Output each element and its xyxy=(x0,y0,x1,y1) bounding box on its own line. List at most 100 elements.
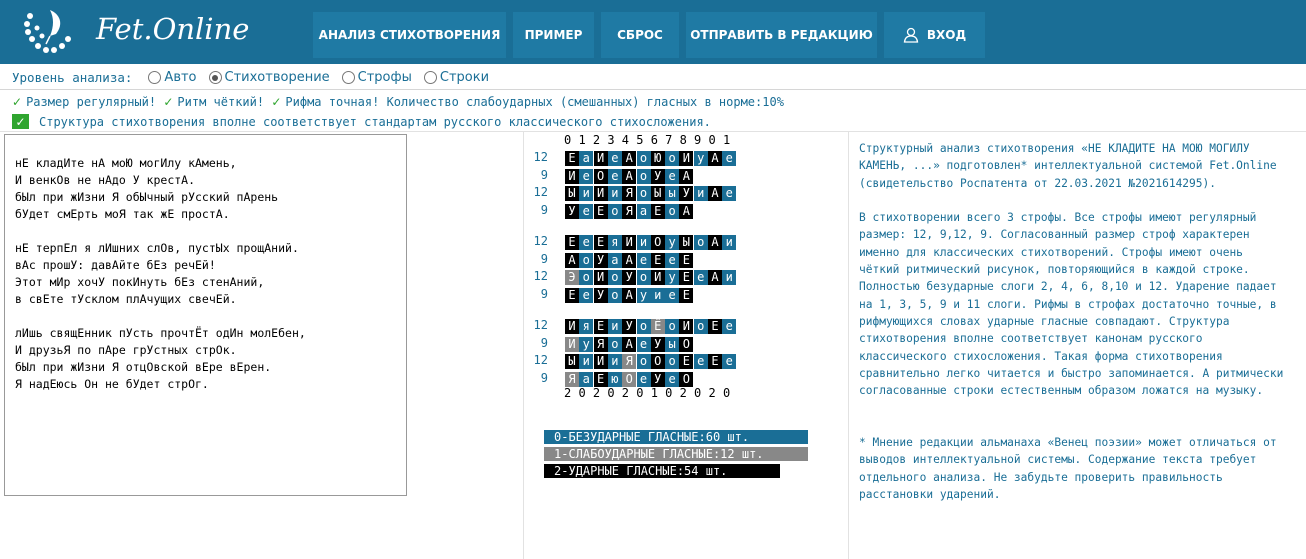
example-button[interactable]: ПРИМЕР xyxy=(513,12,594,58)
vowel-cell: и xyxy=(607,354,622,369)
vowel-cell: и xyxy=(636,235,651,250)
radio-stanzas-label: Строфы xyxy=(357,70,412,85)
vowel-cell: о xyxy=(693,235,708,250)
example-label: ПРИМЕР xyxy=(524,28,583,42)
vowel-cell: о xyxy=(607,203,622,219)
quill-wreath-icon[interactable] xyxy=(20,6,76,58)
vowel-cell: у xyxy=(636,287,651,303)
check-icon: ✓ xyxy=(163,95,174,109)
status-meter: Размер регулярный! xyxy=(26,95,157,109)
status-rhyme: Рифма точная! xyxy=(285,95,380,109)
vowel-cell: о xyxy=(665,203,680,219)
vowel-cell: я xyxy=(579,319,594,334)
vowel-cell: о xyxy=(665,151,680,166)
vowel-cell: Я xyxy=(593,336,608,352)
vowel-cell: А xyxy=(622,287,637,303)
radio-lines[interactable]: Строки xyxy=(423,70,489,85)
vowel-cell: е xyxy=(665,168,680,184)
vowel-cell: а xyxy=(579,371,594,387)
vowel-cell: Я xyxy=(622,354,637,369)
check-icon: ✓ xyxy=(12,95,23,109)
vowel-cell: У xyxy=(622,319,637,334)
vowel-cell: ю xyxy=(607,371,622,387)
vowel-cell: и xyxy=(579,354,594,369)
analysis-level-label: Уровень анализа: xyxy=(12,70,133,85)
radio-dot-auto[interactable] xyxy=(148,71,162,84)
vowel-cell: о xyxy=(636,151,651,166)
vowel-cell: У xyxy=(679,186,694,201)
reset-button[interactable]: СБРОС xyxy=(601,12,679,58)
vowel-cell: у xyxy=(693,151,708,166)
vowel-cell: А xyxy=(565,252,579,268)
syllable-count: 9 xyxy=(540,286,548,301)
send-to-editor-button[interactable]: ОТПРАВИТЬ В РЕДАКЦИЮ xyxy=(686,12,877,58)
vowel-cell: и xyxy=(693,186,708,201)
vowel-cell: О xyxy=(622,371,637,387)
vowel-cell: и xyxy=(722,235,737,250)
poem-input[interactable]: нЕ кладИте нА моЮ могИлу кАмень, И венкО… xyxy=(4,134,407,496)
vowel-cell: ы xyxy=(665,186,680,201)
syllable-count: 12 xyxy=(533,234,548,248)
vowel-cell: Ы xyxy=(565,186,579,201)
vowel-cell: О xyxy=(593,168,608,184)
panel-top-border xyxy=(0,131,1306,132)
vowel-cell: о xyxy=(636,319,651,334)
radio-stanzas[interactable]: Строфы xyxy=(341,70,412,85)
vowel-cell: Е xyxy=(679,354,694,369)
vowel-cell: И xyxy=(565,336,579,352)
vowel-cell: я xyxy=(607,235,622,250)
vowel-cell: о xyxy=(636,270,651,285)
vowel-cell: А xyxy=(708,270,722,285)
vowel-cell: о xyxy=(607,287,622,303)
syllable-count: 12 xyxy=(533,353,548,367)
radio-auto[interactable]: Авто xyxy=(148,70,197,85)
check-box-icon: ✓ xyxy=(12,114,29,129)
vowel-cell: А xyxy=(622,168,637,184)
radio-auto-label: Авто xyxy=(164,70,197,85)
vowel-cell: е xyxy=(636,252,651,268)
check-icon: ✓ xyxy=(271,95,282,109)
site-title[interactable]: Fet.Online xyxy=(96,12,249,46)
column-divider xyxy=(848,131,849,559)
analyze-poem-button[interactable]: АНАЛИЗ СТИХОТВОРЕНИЯ xyxy=(313,12,506,58)
vowel-cell: и xyxy=(607,186,622,201)
divider xyxy=(0,89,1306,90)
vowel-cell: е xyxy=(722,354,737,369)
vowel-cell: о xyxy=(607,336,622,352)
vowel-cell: Э xyxy=(565,270,579,285)
radio-dot-poem[interactable] xyxy=(208,71,222,84)
vowel-cell: И xyxy=(679,151,694,166)
vowel-cell: Ы xyxy=(679,235,694,250)
vowel-cell: ы xyxy=(665,336,680,352)
vowel-cell: е xyxy=(665,371,680,387)
vowel-cell: А xyxy=(622,252,637,268)
vowel-cell: Е xyxy=(565,235,579,250)
vowel-cell: А xyxy=(622,151,637,166)
vowel-cell: У xyxy=(593,252,608,268)
analyze-poem-label: АНАЛИЗ СТИХОТВОРЕНИЯ xyxy=(318,28,501,42)
vowel-cell: Е xyxy=(593,371,608,387)
vowel-cell: Ы xyxy=(650,186,665,201)
legend-unstressed: 0-БЕЗУДАРНЫЕ ГЛАСНЫЕ:60 шт. xyxy=(544,430,808,444)
vowel-cell: о xyxy=(693,319,708,334)
vowel-cell: е xyxy=(607,168,622,184)
vowel-cell: е xyxy=(693,354,708,369)
vowel-cell: Е xyxy=(679,287,694,303)
vowel-cell: Е xyxy=(593,203,608,219)
vowel-cell: у xyxy=(579,336,594,352)
legend-stressed: 2-УДАРНЫЕ ГЛАСНЫЕ:54 шт. xyxy=(544,464,780,478)
vowel-cell: А xyxy=(679,203,694,219)
vowel-cell: о xyxy=(607,270,622,285)
syllable-count: 12 xyxy=(533,318,548,332)
login-button[interactable]: ВХОД xyxy=(884,12,985,58)
vowel-cell: И xyxy=(593,186,608,201)
radio-dot-stanzas[interactable] xyxy=(341,71,355,84)
radio-dot-lines[interactable] xyxy=(423,71,437,84)
syllable-index-top: 0 1 2 3 4 5 6 7 8 9 0 1 xyxy=(564,133,731,147)
vowel-cell: И xyxy=(565,168,579,184)
vowel-cell: Я xyxy=(565,371,579,387)
radio-poem[interactable]: Стихотворение xyxy=(208,70,330,85)
vowel-cell: е xyxy=(636,371,651,387)
vowel-cell: е xyxy=(722,151,737,166)
vowel-cell: Е xyxy=(593,235,608,250)
